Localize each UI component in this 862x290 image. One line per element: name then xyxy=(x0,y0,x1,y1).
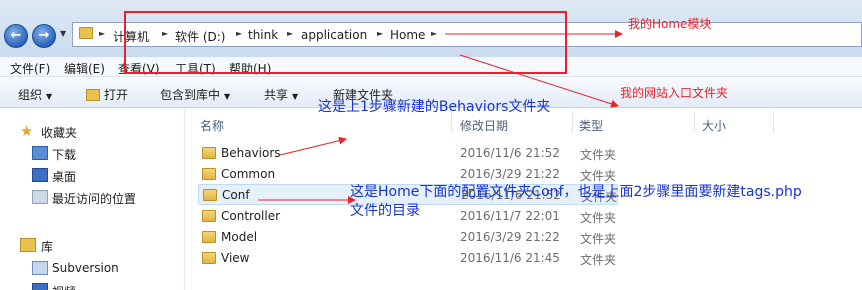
file-type: 文件夹 xyxy=(580,253,617,267)
column-type[interactable]: 类型 xyxy=(579,117,603,134)
include-library-label: 包含到库中 xyxy=(160,88,221,102)
address-bar-area: ← → ▼ ► 计算机 ► 软件 (D:) ► think ► applicat… xyxy=(0,0,862,57)
recent-places-icon xyxy=(32,190,48,204)
menu-tools[interactable]: 工具(T) xyxy=(175,60,216,77)
file-name: View xyxy=(221,251,250,265)
column-divider[interactable] xyxy=(451,111,452,133)
chevron-right-icon[interactable]: ► xyxy=(287,29,293,38)
sidebar-item-downloads[interactable]: 下载 xyxy=(0,143,185,165)
file-date: 2016/11/6 21:45 xyxy=(460,251,560,265)
address-field[interactable]: ► 计算机 ► 软件 (D:) ► think ► application ► … xyxy=(72,22,862,47)
sidebar-item-desktop[interactable]: 桌面 xyxy=(0,165,185,187)
breadcrumb-home[interactable]: Home xyxy=(390,28,425,42)
column-divider[interactable] xyxy=(694,111,695,133)
table-row[interactable]: View 2016/11/6 21:45 文件夹 xyxy=(198,248,618,269)
table-row[interactable]: Controller 2016/11/7 22:01 文件夹 xyxy=(198,206,618,227)
share-button[interactable]: 共享 ▼ xyxy=(264,86,298,103)
file-date: 2016/11/6 21:52 xyxy=(460,146,560,160)
download-icon xyxy=(32,146,48,160)
sidebar-desktop-label: 桌面 xyxy=(52,170,77,184)
file-name: Controller xyxy=(221,209,281,223)
back-arrow-icon[interactable]: ← xyxy=(4,24,28,48)
recent-pages-dropdown-icon[interactable]: ▼ xyxy=(60,29,70,41)
navigation-pane: ★ 收藏夹 下载 桌面 最近访问的位置 库 Subversion 视频 xyxy=(0,109,185,290)
column-name[interactable]: 名称 xyxy=(200,117,224,134)
chevron-down-icon: ▼ xyxy=(224,92,231,101)
organize-button[interactable]: 组织 ▼ xyxy=(18,86,52,103)
file-name: Common xyxy=(221,167,276,181)
sidebar-recent-label: 最近访问的位置 xyxy=(52,192,137,206)
chevron-right-icon[interactable]: ► xyxy=(377,29,383,38)
file-name: Conf xyxy=(222,188,250,202)
video-library-icon xyxy=(32,283,48,290)
sidebar-videos-label: 视频 xyxy=(52,283,76,290)
breadcrumb-application[interactable]: application xyxy=(301,28,367,42)
file-date: 2016/3/29 21:22 xyxy=(460,230,560,244)
folder-icon xyxy=(202,210,216,222)
file-type: 文件夹 xyxy=(580,169,617,183)
open-label: 打开 xyxy=(104,88,129,102)
table-row[interactable]: Common 2016/3/29 21:22 文件夹 xyxy=(198,164,618,185)
file-date: 2016/3/29 21:22 xyxy=(460,167,560,181)
organize-label: 组织 xyxy=(18,88,43,102)
desktop-icon xyxy=(32,168,48,182)
folder-icon xyxy=(79,27,93,39)
chevron-down-icon: ▼ xyxy=(292,92,299,101)
open-button[interactable]: 打开 xyxy=(86,86,128,103)
menu-view[interactable]: 查看(V) xyxy=(118,60,160,77)
breadcrumb-think[interactable]: think xyxy=(248,28,278,42)
sidebar-favorites-label: 收藏夹 xyxy=(41,126,78,140)
menu-edit[interactable]: 编辑(E) xyxy=(64,60,105,77)
sidebar-item-videos[interactable]: 视频 xyxy=(0,280,185,290)
column-header-row: 名称 修改日期 类型 大小 xyxy=(186,109,862,137)
table-row[interactable]: Model 2016/3/29 21:22 文件夹 xyxy=(198,227,618,248)
file-date: 2016/11/6 21:52 xyxy=(461,188,561,202)
file-date: 2016/11/7 22:01 xyxy=(460,209,560,223)
file-type: 文件夹 xyxy=(580,148,617,162)
menu-help[interactable]: 帮助(H) xyxy=(229,60,271,77)
include-library-button[interactable]: 包含到库中 ▼ xyxy=(160,86,230,103)
file-type: 文件夹 xyxy=(580,211,617,225)
chevron-down-icon: ▼ xyxy=(46,92,53,101)
sidebar-item-favorites[interactable]: ★ 收藏夹 xyxy=(0,121,185,143)
table-row[interactable]: Behaviors 2016/11/6 21:52 文件夹 xyxy=(198,143,618,164)
file-type: 文件夹 xyxy=(581,190,618,204)
chevron-right-icon[interactable]: ► xyxy=(162,29,168,38)
sidebar-subversion-label: Subversion xyxy=(52,261,119,275)
open-folder-icon xyxy=(86,89,100,101)
sidebar-item-subversion[interactable]: Subversion xyxy=(0,258,185,280)
share-label: 共享 xyxy=(264,88,289,102)
column-divider[interactable] xyxy=(572,111,573,133)
sidebar-library-label: 库 xyxy=(41,240,54,254)
file-type: 文件夹 xyxy=(580,232,617,246)
forward-arrow-icon[interactable]: → xyxy=(32,24,56,48)
file-name: Model xyxy=(221,230,258,244)
subversion-library-icon xyxy=(32,261,48,275)
sidebar-item-recent[interactable]: 最近访问的位置 xyxy=(0,187,185,209)
breadcrumb-computer[interactable]: 计算机 xyxy=(113,28,149,45)
file-name: Behaviors xyxy=(221,146,281,160)
sidebar-item-library[interactable]: 库 xyxy=(0,235,185,257)
chevron-right-icon[interactable]: ► xyxy=(431,29,437,38)
chevron-right-icon[interactable]: ► xyxy=(236,29,242,38)
chevron-right-icon[interactable]: ► xyxy=(99,29,105,38)
column-modified[interactable]: 修改日期 xyxy=(460,117,508,134)
folder-icon xyxy=(202,168,216,180)
column-size[interactable]: 大小 xyxy=(702,117,726,134)
star-icon: ★ xyxy=(20,122,34,140)
menu-bar: 文件(F) 编辑(E) 查看(V) 工具(T) 帮助(H) xyxy=(0,57,862,77)
library-icon xyxy=(20,238,36,252)
folder-icon xyxy=(202,147,216,159)
menu-file[interactable]: 文件(F) xyxy=(10,60,50,77)
folder-icon xyxy=(202,231,216,243)
sidebar-downloads-label: 下载 xyxy=(52,148,77,162)
table-row-selected[interactable]: Conf 2016/11/6 21:52 文件夹 xyxy=(198,184,618,205)
new-folder-button[interactable]: 新建文件夹 xyxy=(333,86,393,103)
folder-icon xyxy=(202,252,216,264)
breadcrumb-drive[interactable]: 软件 (D:) xyxy=(175,28,225,45)
toolbar: 组织 ▼ 打开 包含到库中 ▼ 共享 ▼ 新建文件夹 xyxy=(0,78,862,108)
column-divider[interactable] xyxy=(773,111,774,133)
folder-icon xyxy=(203,189,217,201)
